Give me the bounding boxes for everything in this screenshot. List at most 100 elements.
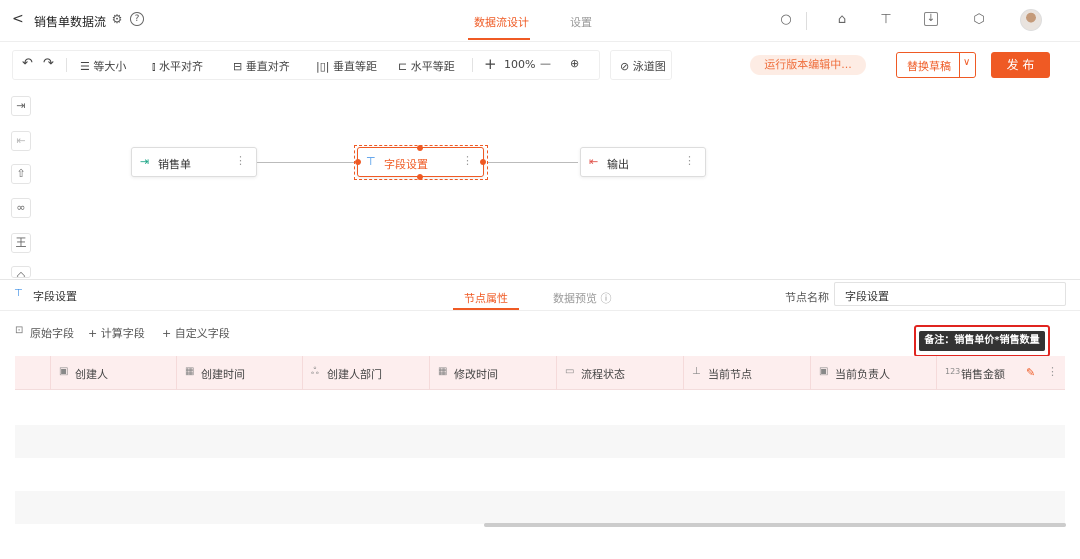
column-header[interactable]: ⊥ 当前节点 (683, 356, 810, 390)
status-icon: ▭ (565, 366, 575, 377)
page-title: 销售单数据流 (34, 15, 107, 29)
zoom-out-icon[interactable]: — (540, 57, 551, 70)
download-icon[interactable]: ↓ (924, 12, 938, 26)
tab-node-properties[interactable]: 节点属性 (464, 290, 508, 306)
h-spacing-label: 水平等距 (410, 60, 455, 73)
shirt-icon[interactable]: ⊤ (878, 12, 894, 28)
tab-computed-fields[interactable]: + 计算字段 (88, 325, 145, 341)
column-header[interactable]: ஃ 创建人部门 (302, 356, 429, 390)
zoom-level: 100% (504, 58, 536, 71)
fit-view-icon[interactable]: ⊕ (570, 57, 579, 70)
handle-top[interactable] (417, 145, 423, 151)
tab-settings[interactable]: 设置 (570, 14, 592, 30)
undo-icon[interactable]: ↶ (22, 56, 33, 71)
tab-dataflow-design[interactable]: 数据流设计 (474, 14, 529, 30)
chevron-down-icon[interactable]: ∨ (963, 57, 970, 68)
column-header[interactable]: 123 销售金额 (936, 356, 1065, 390)
zoom-in-icon[interactable]: + (484, 55, 497, 73)
split-icon[interactable]: 王 (11, 233, 31, 253)
handle-left[interactable] (355, 159, 361, 165)
calendar-icon: ▦ (185, 366, 195, 377)
column-header[interactable]: ▣ 创建人 (50, 356, 176, 390)
search-icon[interactable]: ○ (778, 12, 794, 28)
v-spacing-icon: |▯| (316, 60, 333, 73)
home-icon[interactable]: ⌂ (834, 12, 850, 28)
equal-size-label: 等大小 (93, 60, 127, 73)
panel-tab-line (0, 310, 1080, 311)
number-icon: 123 (945, 367, 961, 376)
edge (488, 162, 578, 163)
node-name-label: 节点名称 (785, 291, 829, 304)
redo-icon[interactable]: ↷ (43, 56, 54, 71)
settings-hex-icon[interactable]: ⬡ (971, 12, 987, 28)
table-row (15, 425, 1065, 458)
link-icon[interactable]: ∞ (11, 198, 31, 218)
h-spacing-icon: ⊏ (398, 60, 411, 73)
equal-size-button[interactable]: ☰ 等大小 (80, 58, 126, 74)
edge (257, 162, 355, 163)
tab-underline (468, 38, 530, 40)
replace-draft-button[interactable]: 替换草稿 ∨ (896, 52, 976, 78)
column-header[interactable]: ▣ 当前负责人 (810, 356, 936, 390)
tab-data-preview[interactable]: 数据预览 ⓘ (553, 290, 612, 306)
h-align-icon: ⫾ (152, 60, 160, 73)
more-icon[interactable]: ⋮ (462, 154, 473, 167)
v-align-icon: ⊟ (233, 60, 246, 73)
more-icon[interactable]: ⋮ (684, 154, 695, 167)
horizontal-scrollbar[interactable] (484, 523, 1066, 527)
column-header[interactable]: ▦ 修改时间 (429, 356, 556, 390)
panel-divider (0, 279, 1080, 280)
more-icon[interactable]: ⋮ (1047, 365, 1058, 378)
tab-custom-fields[interactable]: + 自定义字段 (162, 325, 230, 341)
input-icon: ⇥ (140, 155, 150, 168)
v-align-button[interactable]: ⊟ 垂直对齐 (233, 58, 290, 74)
top-bar (0, 0, 1080, 42)
column-label: 创建时间 (201, 368, 245, 381)
edit-icon[interactable]: ✎ (1026, 366, 1035, 379)
output-node-icon[interactable]: ⇤ (11, 131, 31, 151)
more-icon[interactable]: ⋮ (235, 154, 246, 167)
divider (806, 12, 807, 30)
layers-icon[interactable]: ◇ (11, 266, 31, 278)
node-name-input[interactable]: 字段设置 (834, 282, 1066, 306)
publish-button[interactable]: 发 布 (991, 52, 1050, 78)
person-icon: ▣ (59, 366, 69, 377)
column-header[interactable]: ▦ 创建时间 (176, 356, 302, 390)
input-node-icon[interactable]: ⇥ (11, 96, 31, 116)
table-row (15, 491, 1065, 524)
toolbar-separator (66, 58, 67, 72)
h-spacing-button[interactable]: ⊏ 水平等距 (398, 58, 455, 74)
column-header[interactable]: ▭ 流程状态 (556, 356, 683, 390)
avatar[interactable] (1020, 9, 1042, 31)
field-icon: ⊤ (14, 288, 23, 299)
org-icon: ஃ (311, 366, 319, 377)
tab-original-fields[interactable]: 原始字段 (30, 325, 74, 341)
split-divider (959, 53, 960, 77)
node-output[interactable]: ⇤ 输出 ⋮ (580, 147, 706, 177)
tooltip-text: 备注：销售单价*销售数量 (919, 331, 1045, 351)
back-icon[interactable]: < (12, 11, 24, 27)
v-align-label: 垂直对齐 (245, 60, 290, 73)
calendar-icon: ▦ (438, 366, 448, 377)
table-header: ▣ 创建人 ▦ 创建时间 ஃ 创建人部门 ▦ 修改时间 ▭ 流程状态 ⊥ 当前节点 ▣ 当前负… (15, 356, 1065, 390)
column-label: 当前节点 (708, 368, 752, 381)
node-field-settings[interactable]: ⊤ 字段设置 ⋮ (357, 147, 484, 177)
v-spacing-button[interactable]: |▯| 垂直等距 (316, 58, 377, 74)
h-align-button[interactable]: ⫾ 水平对齐 (152, 58, 203, 74)
swimlane-label[interactable]: ⊘ 泳道图 (620, 58, 666, 74)
column-label: 创建人部门 (327, 368, 382, 381)
equal-size-icon: ☰ (80, 60, 94, 73)
output-icon: ⇤ (589, 155, 599, 168)
eye-off-icon: ⊘ (620, 60, 633, 73)
gear-icon[interactable]: ⚙ (110, 12, 124, 26)
node-sales-order[interactable]: ⇥ 销售单 ⋮ (131, 147, 257, 177)
upload-icon[interactable]: ⇧ (11, 164, 31, 184)
swimlane-text: 泳道图 (632, 60, 666, 73)
handle-bottom[interactable] (417, 174, 423, 180)
column-label: 流程状态 (581, 368, 625, 381)
node-label: 销售单 (158, 158, 191, 171)
node-icon: ⊥ (692, 366, 701, 377)
panel-title: 字段设置 (33, 290, 77, 303)
handle-right[interactable] (480, 159, 486, 165)
help-icon[interactable]: ? (130, 12, 144, 26)
